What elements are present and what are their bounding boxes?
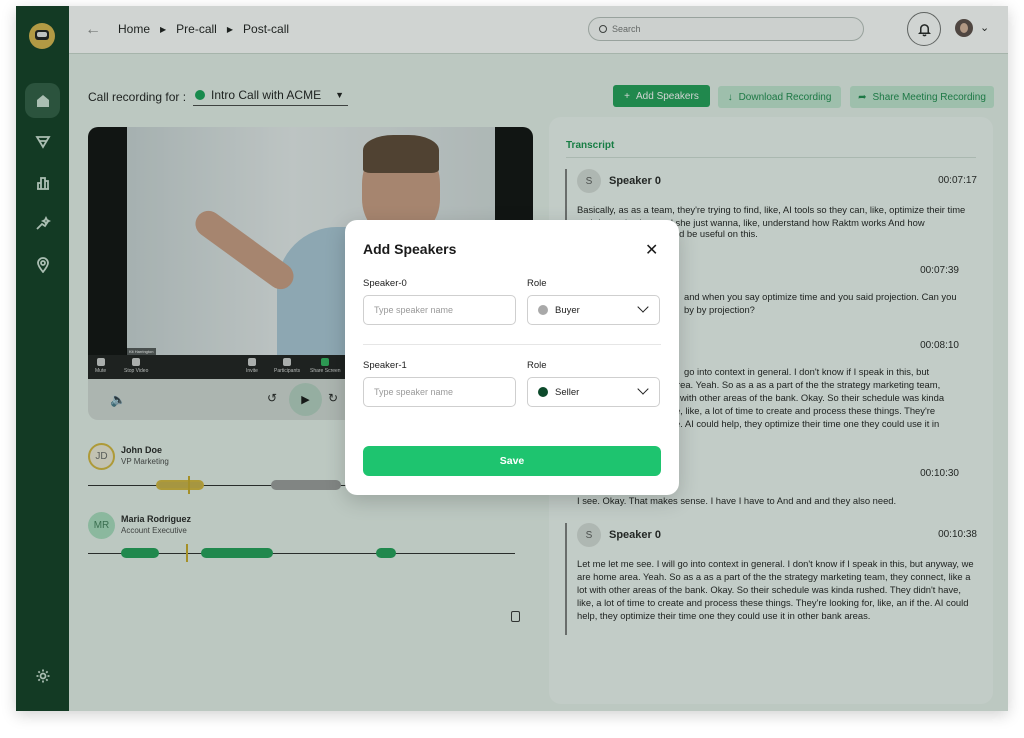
save-button[interactable]: Save xyxy=(363,446,661,476)
role-color-dot xyxy=(538,387,548,397)
role-0-label: Role xyxy=(527,278,547,289)
role-0-select[interactable]: Buyer xyxy=(527,295,660,325)
chevron-down-icon xyxy=(637,383,649,395)
role-1-select[interactable]: Seller xyxy=(527,377,660,407)
close-icon[interactable]: ✕ xyxy=(645,240,658,260)
speaker-1-name-input[interactable] xyxy=(363,377,516,407)
divider xyxy=(363,344,661,345)
add-speakers-modal: Add Speakers ✕ Speaker-0 Role Buyer Spea… xyxy=(345,220,679,495)
speaker-0-label: Speaker-0 xyxy=(363,278,407,289)
app-window: ← Home ▶ Pre-call ▶ Post-call ⌄ Call rec… xyxy=(16,6,1008,711)
speaker-0-name-input[interactable] xyxy=(363,295,516,325)
chevron-down-icon xyxy=(637,301,649,313)
speaker-1-label: Speaker-1 xyxy=(363,360,407,371)
role-1-label: Role xyxy=(527,360,547,371)
role-color-dot xyxy=(538,305,548,315)
role-0-value: Buyer xyxy=(555,304,580,316)
role-1-value: Seller xyxy=(555,386,580,398)
modal-title: Add Speakers xyxy=(363,241,457,257)
